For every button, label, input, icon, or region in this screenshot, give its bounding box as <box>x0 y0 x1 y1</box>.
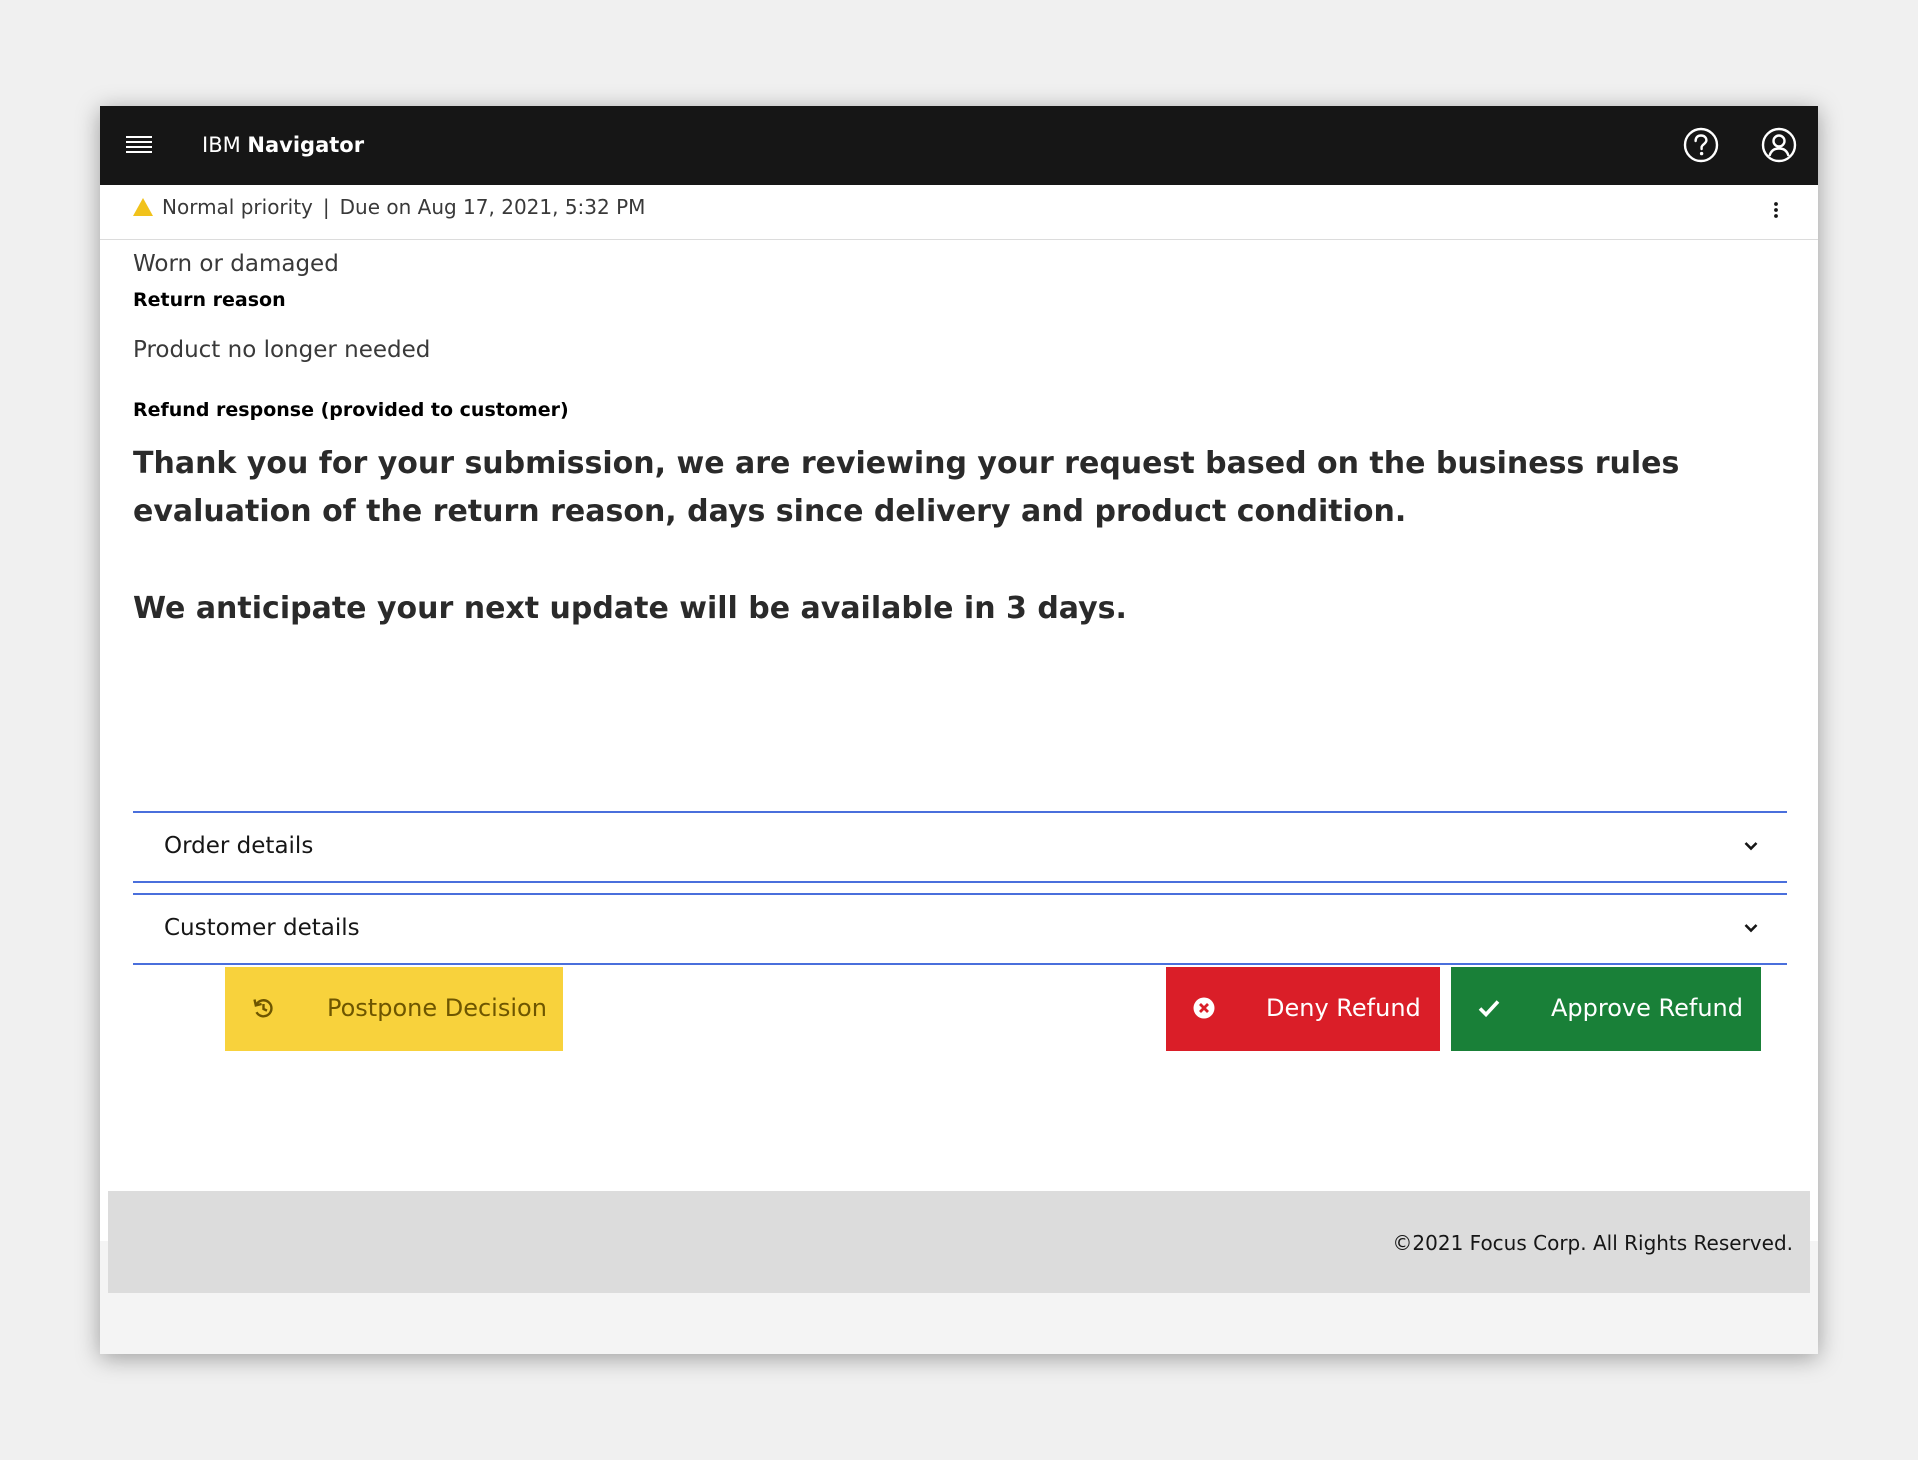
brand-name: Navigator <box>247 133 365 157</box>
accordion-label: Customer details <box>164 915 360 941</box>
deny-refund-button[interactable]: Deny Refund <box>1166 967 1440 1051</box>
copyright-text: ©2021 Focus Corp. All Rights Reserved. <box>1392 1231 1793 1255</box>
header-divider <box>100 239 1818 240</box>
app-brand[interactable]: IBM Navigator <box>202 130 364 160</box>
refund-response-label: Refund response (provided to customer) <box>133 399 569 421</box>
brand-prefix: IBM <box>202 133 241 157</box>
postpone-decision-button[interactable]: Postpone Decision <box>225 967 563 1051</box>
overflow-menu-icon[interactable] <box>1770 197 1782 223</box>
history-icon <box>253 999 273 1018</box>
app-window: IBM Navigator Normal priority | Due on A… <box>100 106 1818 1354</box>
task-status-line: Normal priority | Due on Aug 17, 2021, 5… <box>133 193 645 221</box>
approve-refund-button[interactable]: Approve Refund <box>1451 967 1761 1051</box>
top-navigation-bar: IBM Navigator <box>100 106 1818 185</box>
refund-response-message: Thank you for your submission, we are re… <box>133 446 1680 529</box>
close-circle-icon <box>1193 997 1215 1019</box>
accordion-order-details[interactable]: Order details <box>133 811 1787 883</box>
page-footer: ©2021 Focus Corp. All Rights Reserved. <box>108 1191 1810 1293</box>
checkmark-icon <box>1478 1000 1500 1018</box>
accordion-label: Order details <box>164 833 314 859</box>
approve-label: Approve Refund <box>1551 994 1743 1022</box>
status-separator: | <box>322 195 330 219</box>
postpone-label: Postpone Decision <box>327 994 547 1022</box>
priority-text: Normal priority <box>162 195 313 219</box>
return-reason-label: Return reason <box>133 289 286 311</box>
refund-response-update: We anticipate your next update will be a… <box>133 591 1127 626</box>
warning-triangle-icon <box>133 198 153 216</box>
accordion-customer-details[interactable]: Customer details <box>133 893 1787 965</box>
task-content: Normal priority | Due on Aug 17, 2021, 5… <box>100 185 1818 1241</box>
user-avatar-icon[interactable] <box>1760 126 1798 164</box>
chevron-down-icon <box>1744 842 1758 851</box>
deny-label: Deny Refund <box>1266 994 1421 1022</box>
return-reason-value: Product no longer needed <box>133 337 431 363</box>
condition-value: Worn or damaged <box>133 251 339 277</box>
chevron-down-icon <box>1744 924 1758 933</box>
due-date-text: Due on Aug 17, 2021, 5:32 PM <box>339 195 646 219</box>
help-icon[interactable] <box>1682 126 1720 164</box>
hamburger-menu-icon[interactable] <box>126 134 152 154</box>
